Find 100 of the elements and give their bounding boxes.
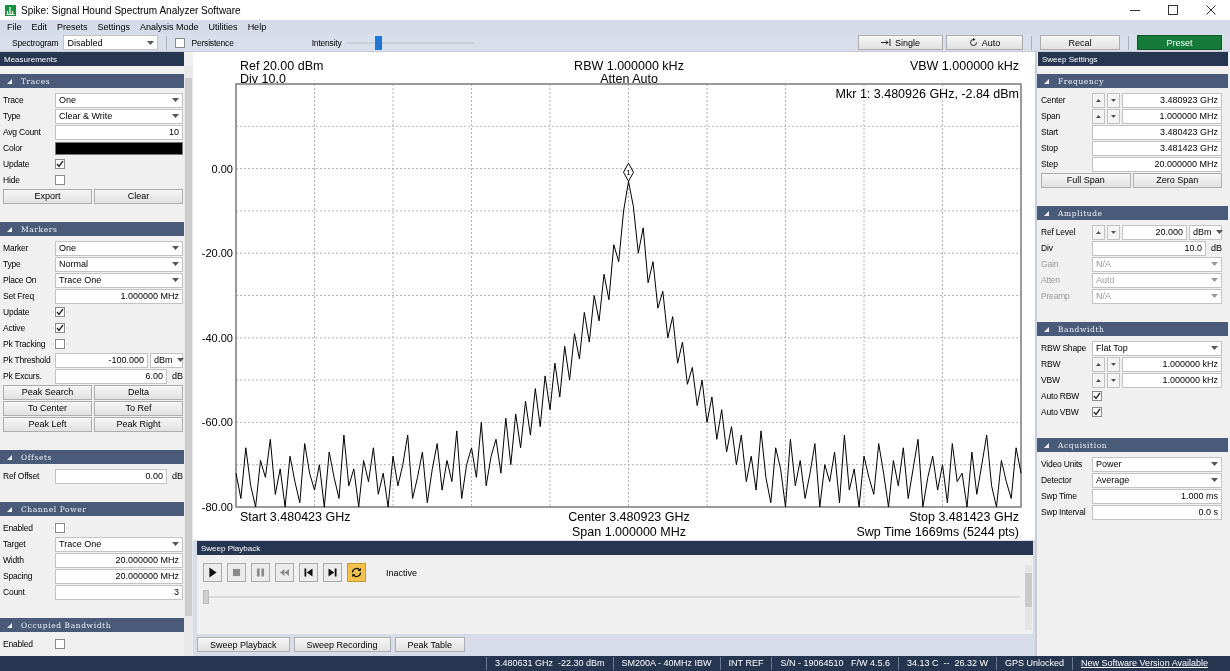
color-swatch[interactable] <box>55 141 183 155</box>
toolbar-button[interactable]: Single <box>858 35 943 50</box>
checkbox[interactable] <box>1092 407 1102 417</box>
field-label: Gain <box>1041 259 1060 269</box>
update-link[interactable]: New Software Version Available <box>1072 657 1216 670</box>
action-button[interactable]: Peak Search <box>3 384 92 400</box>
input-field[interactable]: 10.0 <box>1092 240 1206 256</box>
action-button[interactable]: To Center <box>3 400 92 416</box>
scrollbar[interactable] <box>1025 565 1032 630</box>
collapse-triangle-icon <box>7 622 12 628</box>
menu-item[interactable]: Presets <box>52 22 93 32</box>
checkbox[interactable] <box>55 639 65 649</box>
input-field[interactable]: 6.00 <box>55 368 167 384</box>
spin-up-button[interactable] <box>1092 372 1105 388</box>
input-field[interactable]: 1.000000 kHz <box>1122 356 1222 372</box>
input-field[interactable]: 1.000 ms <box>1092 488 1222 504</box>
dropdown[interactable]: dBm <box>150 352 183 368</box>
spin-up-button[interactable] <box>1092 224 1105 240</box>
input-field[interactable]: 20.000000 MHz <box>1092 156 1222 172</box>
input-field[interactable]: 20.000000 MHz <box>55 568 183 584</box>
up-triangle-icon <box>1096 362 1101 366</box>
field-label: Hide <box>3 175 21 185</box>
dropdown[interactable]: Average <box>1092 472 1222 488</box>
input-field[interactable]: 3 <box>55 584 183 600</box>
menu-item[interactable]: Help <box>242 22 272 32</box>
checkbox[interactable] <box>175 37 186 48</box>
spin-up-button[interactable] <box>1092 92 1105 108</box>
checkbox[interactable] <box>55 159 65 169</box>
y-axis-label: 0.00 <box>211 162 233 175</box>
unit-label: dB <box>171 471 183 481</box>
checkbox[interactable] <box>55 339 65 349</box>
input-field[interactable]: 1.000000 MHz <box>1122 108 1222 124</box>
checkbox[interactable] <box>55 307 65 317</box>
input-field[interactable]: 3.481423 GHz <box>1092 140 1222 156</box>
dropdown[interactable]: Flat Top <box>1092 340 1222 356</box>
intensity-slider[interactable] <box>346 35 474 50</box>
input-field[interactable]: 0.00 <box>55 468 167 484</box>
loop-button[interactable] <box>347 563 366 582</box>
dropdown[interactable]: Normal <box>55 256 183 272</box>
field-label: Trace <box>3 95 25 105</box>
spin-down-button[interactable] <box>1107 224 1120 240</box>
spin-up-button[interactable] <box>1092 356 1105 372</box>
skip-back-button[interactable] <box>299 563 318 582</box>
spin-down-button[interactable] <box>1107 92 1120 108</box>
dropdown[interactable]: Power <box>1092 456 1222 472</box>
action-button[interactable]: Peak Right <box>94 416 183 432</box>
action-button[interactable]: Full Span <box>1041 172 1131 188</box>
checkbox[interactable] <box>55 323 65 333</box>
menu-item[interactable]: Analysis Mode <box>135 22 204 32</box>
checkbox[interactable] <box>55 175 65 185</box>
spin-down-button[interactable] <box>1107 372 1120 388</box>
panel-button[interactable]: Sweep Recording <box>293 637 391 652</box>
input-field[interactable]: 3.480923 GHz <box>1122 92 1222 108</box>
dropdown[interactable]: Clear & Write <box>55 108 183 124</box>
play-button[interactable] <box>203 563 222 582</box>
input-field[interactable]: 0.0 s <box>1092 504 1222 520</box>
action-button[interactable]: Peak Left <box>3 416 92 432</box>
input-field[interactable]: 1.000000 kHz <box>1122 372 1222 388</box>
dropdown[interactable]: dBm <box>1189 224 1222 240</box>
input-field[interactable]: 10 <box>55 124 183 140</box>
panel-button[interactable]: Peak Table <box>394 637 465 652</box>
input-field[interactable]: 20.000 <box>1122 224 1187 240</box>
panel-button[interactable]: Sweep Playback <box>197 637 290 652</box>
slider-thumb[interactable] <box>375 35 383 50</box>
preset-button[interactable]: Preset <box>1137 35 1222 50</box>
checkbox[interactable] <box>55 523 65 533</box>
spin-down-button[interactable] <box>1107 108 1120 124</box>
field-label: Set Freq <box>3 291 35 301</box>
input-field[interactable]: 3.480423 GHz <box>1092 124 1222 140</box>
menu-item[interactable]: File <box>2 22 27 32</box>
up-triangle-icon <box>1096 230 1101 234</box>
dropdown[interactable]: One <box>55 92 183 108</box>
menu-item[interactable]: Edit <box>26 22 53 32</box>
input-field[interactable]: 20.000000 MHz <box>55 552 183 568</box>
spin-up-button[interactable] <box>1092 108 1105 124</box>
action-button[interactable]: Export <box>3 188 92 204</box>
action-button[interactable]: Clear <box>94 188 183 204</box>
slider-thumb[interactable] <box>203 590 209 604</box>
dropdown[interactable]: Trace One <box>55 536 183 552</box>
field-label: Spacing <box>3 571 34 581</box>
spin-down-button[interactable] <box>1107 356 1120 372</box>
field-label: Div <box>1041 243 1054 253</box>
input-field[interactable]: 1.000000 MHz <box>55 288 183 304</box>
action-button[interactable]: Delta <box>94 384 183 400</box>
checkbox[interactable] <box>1092 391 1102 401</box>
scrollbar[interactable] <box>184 66 193 656</box>
menu-item[interactable]: Settings <box>92 22 136 32</box>
toolbar-button[interactable]: Recal <box>1040 35 1120 50</box>
action-button[interactable]: To Ref <box>94 400 183 416</box>
marker-diamond-icon[interactable] <box>623 162 634 182</box>
action-button[interactable]: Zero Span <box>1132 172 1222 188</box>
dropdown[interactable]: Disabled <box>63 35 159 50</box>
menu-item[interactable]: Utilities <box>203 22 243 32</box>
skip-forward-button[interactable] <box>323 563 342 582</box>
dropdown[interactable]: Trace One <box>55 272 183 288</box>
input-field[interactable]: -100.000 <box>55 352 148 368</box>
dropdown[interactable]: One <box>55 240 183 256</box>
playback-slider[interactable] <box>203 590 1020 604</box>
toolbar-button[interactable]: Auto <box>946 35 1023 50</box>
sweep-time-readout: Swp Time 1669ms (5244 pts) <box>856 525 1019 539</box>
